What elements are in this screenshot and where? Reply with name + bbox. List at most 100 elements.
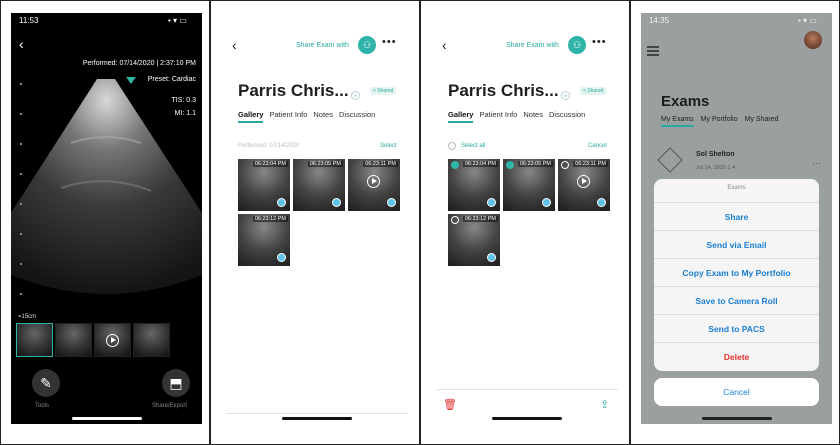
tools-label: Tools [35,403,50,409]
select-screen: ‹ Share Exam with ⚇ ••• Parris Chris... … [436,13,618,424]
tab-discussion[interactable]: Discussion [339,110,375,123]
gallery-screen: ‹ Share Exam with ⚇ ••• Parris Chris... … [226,13,408,424]
badge-icon [332,198,341,207]
save-camera-roll-option[interactable]: Save to Camera Roll [654,287,819,315]
share-upload-icon[interactable]: ⇪ [600,398,609,411]
cancel-button[interactable]: Cancel [588,143,607,149]
share-exam-label[interactable]: Share Exam with [506,42,559,49]
gallery-thumbnail[interactable]: 06:23:11 PM [558,159,610,211]
avatar[interactable] [804,31,822,49]
tab-my-shared[interactable]: My Shared [745,116,779,127]
thumbnail[interactable] [133,323,170,357]
exam-tabs: Gallery Patient Info Notes Discussion [238,110,375,123]
select-all-radio[interactable] [448,142,456,150]
action-sheet-title: Exams [654,179,819,203]
status-time: 14:35 [649,16,670,25]
gallery-thumbnail[interactable]: 06:23:04 PM [238,159,290,211]
panel-gallery: ‹ Share Exam with ⚇ ••• Parris Chris... … [210,0,420,445]
gallery-thumbnail[interactable]: 06:23:12 PM [238,214,290,266]
share-export-label: Share/Export [152,403,188,409]
thumbnail[interactable] [94,323,131,357]
export-icon[interactable]: ⬒ [162,369,190,397]
check-icon[interactable] [451,161,459,169]
tab-gallery[interactable]: Gallery [448,110,474,123]
status-dot-icon [352,92,359,99]
ultrasound-image [11,79,202,294]
scale-label: =15cm [18,314,37,320]
gallery-thumbnail[interactable]: 06:23:04 PM [448,159,500,211]
thumbnail-time: 06:23:05 PM [517,161,553,167]
badge-icon [277,198,286,207]
toolbar-divider [436,389,618,390]
gallery-thumbnail[interactable]: 06:23:12 PM [448,214,500,266]
tab-gallery[interactable]: Gallery [238,110,264,123]
tab-my-portfolio[interactable]: My Portfolio [701,116,738,127]
cancel-button[interactable]: Cancel [654,378,819,406]
delete-option[interactable]: Delete [654,343,819,371]
pencil-icon[interactable]: ✎ [32,369,60,397]
share-users-icon[interactable]: ⚇ [568,36,586,54]
play-icon [577,175,590,188]
exam-meta: Jul 14, 2020 1 4 [696,165,736,171]
tab-patient-info[interactable]: Patient Info [479,110,517,123]
tab-discussion[interactable]: Discussion [549,110,585,123]
exams-screen: 14:35 ▪ ▾ ▭ Exams My Exams My Portfolio … [641,13,832,424]
gallery-thumbnail[interactable]: 06:23:05 PM [293,159,345,211]
badge-icon [487,198,496,207]
gallery-thumbnail[interactable]: 06:23:11 PM [348,159,400,211]
more-icon[interactable]: ••• [382,36,397,48]
more-icon[interactable]: ••• [592,36,607,48]
panel-select-mode: ‹ Share Exam with ⚇ ••• Parris Chris... … [420,0,630,445]
check-icon[interactable] [451,216,459,224]
exam-icon [657,147,683,173]
patient-name: Parris Chris... [238,81,349,100]
home-indicator [71,417,142,420]
home-indicator [492,417,562,420]
select-button[interactable]: Select [380,143,397,149]
thumbnail-time: 06:23:12 PM [252,216,288,222]
back-arrow-icon[interactable]: ‹ [232,37,237,53]
gallery-thumbnail[interactable]: 06:23:05 PM [503,159,555,211]
exams-tabs: My Exams My Portfolio My Shared [661,116,779,127]
exam-name[interactable]: Sol Shelton [696,151,735,158]
thumbnail[interactable] [16,323,53,357]
badge-icon [597,198,606,207]
home-indicator [282,417,352,420]
patient-name: Parris Chris... [448,81,559,100]
tab-patient-info[interactable]: Patient Info [269,110,307,123]
badge-icon [542,198,551,207]
send-email-option[interactable]: Send via Email [654,231,819,259]
status-icons: ▪ ▾ ▭ [798,16,817,25]
performed-date: Performed: 07/14/2020 [238,143,300,149]
copy-portfolio-option[interactable]: Copy Exam to My Portfolio [654,259,819,287]
panel-image-viewer: 11:53 ▪ ▾ ▭ ‹ Performed: 07/14/2020 | 2:… [0,0,210,445]
send-pacs-option[interactable]: Send to PACS [654,315,819,343]
share-option[interactable]: Share [654,203,819,231]
tab-notes[interactable]: Notes [313,110,333,123]
thumbnail[interactable] [55,323,92,357]
exam-tabs: Gallery Patient Info Notes Discussion [448,110,585,123]
share-exam-label[interactable]: Share Exam with [296,42,349,49]
select-all-button[interactable]: Select all [461,143,485,149]
ultrasound-screen: 11:53 ▪ ▾ ▭ ‹ Performed: 07/14/2020 | 2:… [11,13,202,424]
back-arrow-icon[interactable]: ‹ [442,37,447,53]
check-icon[interactable] [506,161,514,169]
action-sheet: Exams Share Send via Email Copy Exam to … [654,179,819,371]
share-users-icon[interactable]: ⚇ [358,36,376,54]
thumbnail-time: 06:23:11 PM [363,161,398,167]
tab-notes[interactable]: Notes [523,110,543,123]
thumbnail-time: 06:23:11 PM [573,161,608,167]
page-title: Exams [661,93,710,110]
thumbnail-time: 06:23:04 PM [462,161,498,167]
badge-icon [487,253,496,262]
trash-icon[interactable]: 🗑 [443,398,457,411]
thumbnail-time: 06:23:12 PM [462,216,498,222]
badge-icon [277,253,286,262]
more-icon[interactable]: ··· [812,158,821,168]
thumbnail-time: 06:23:04 PM [252,161,288,167]
badge-icon [387,198,396,207]
tab-my-exams[interactable]: My Exams [661,116,694,127]
home-indicator [701,417,772,420]
status-dot-icon [562,92,569,99]
check-icon[interactable] [561,161,569,169]
